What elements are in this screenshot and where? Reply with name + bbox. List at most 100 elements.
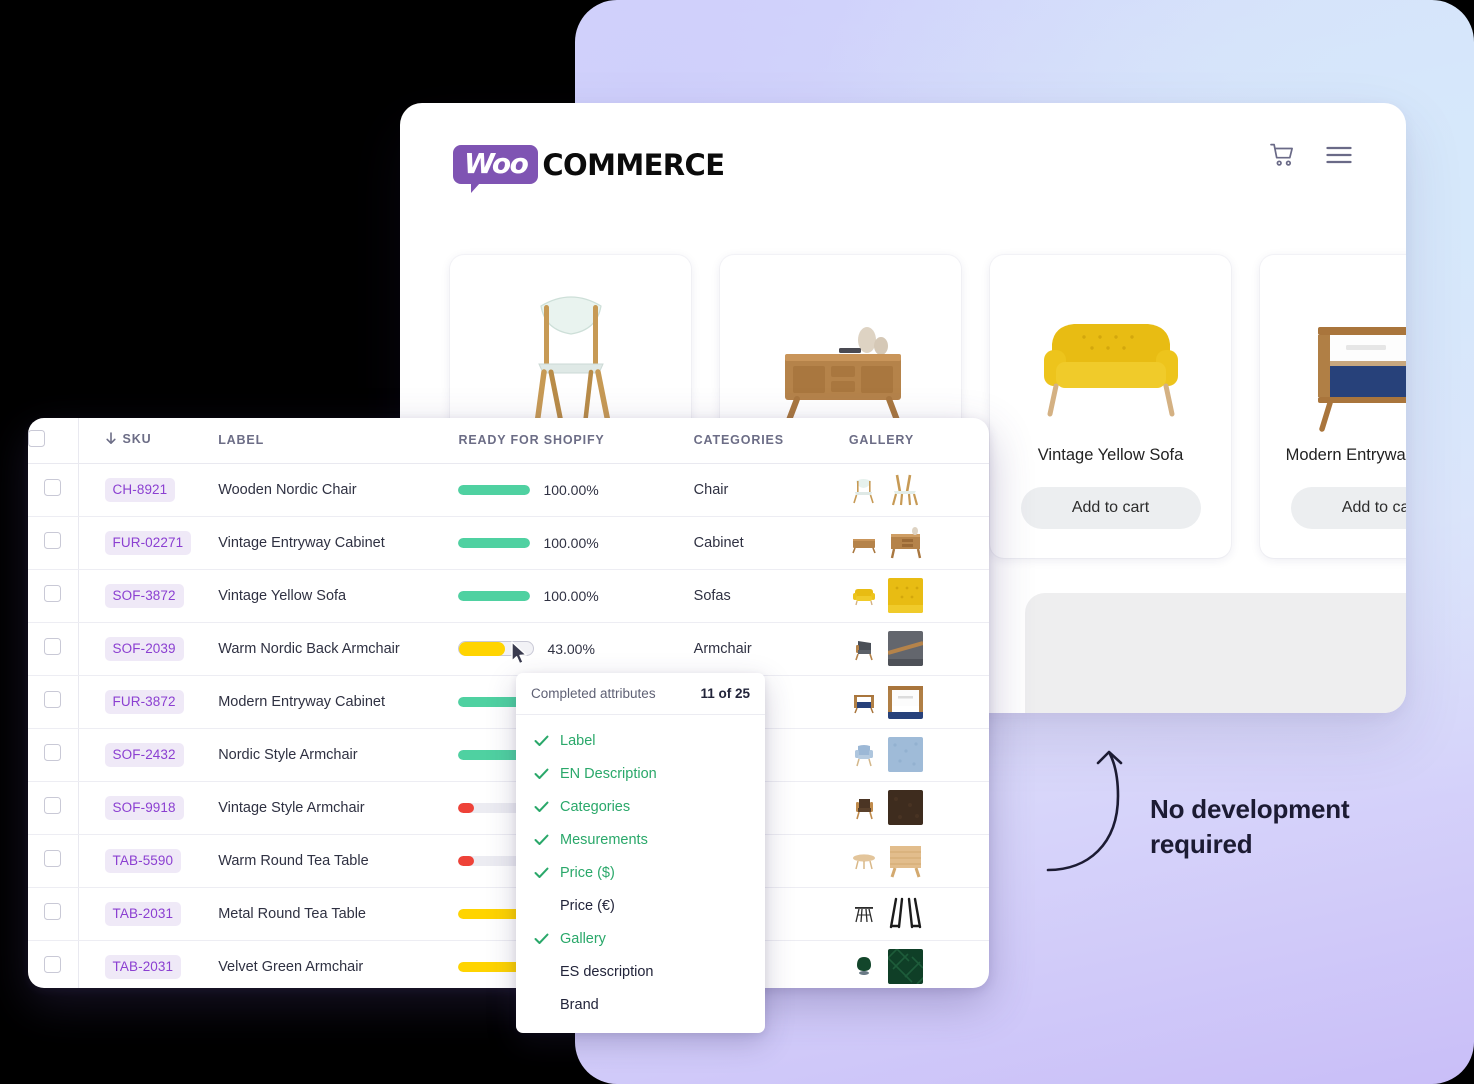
column-header-gallery[interactable]: GALLERY: [848, 418, 989, 464]
woo-logo-badge: Woo: [453, 145, 539, 193]
row-checkbox[interactable]: [44, 691, 62, 708]
attribute-item-categories[interactable]: Categories: [516, 790, 765, 823]
row-select-cell: [28, 622, 79, 676]
gallery-thumb-blue-fabric[interactable]: [887, 737, 923, 772]
row-checkbox[interactable]: [44, 638, 62, 655]
gallery-thumb-round-table[interactable]: [849, 846, 879, 876]
attribute-item-price-usd[interactable]: Price ($): [516, 856, 765, 889]
row-checkbox[interactable]: [44, 532, 62, 549]
table-row[interactable]: FUR-3872 Modern Entryway Cabinet: [28, 675, 989, 729]
gallery-thumb-brown-fabric[interactable]: [887, 790, 923, 825]
product-name: Vintage Yellow Sofa: [1037, 446, 1184, 464]
gallery-thumb-green-velvet[interactable]: [887, 949, 923, 985]
table-row[interactable]: TAB-2031 Velvet Green Armchair: [28, 940, 989, 988]
table-row[interactable]: SOF-3872 Vintage Yellow Sofa 100.00% Sof…: [28, 569, 989, 623]
product-image-nordic-chair: [476, 267, 666, 432]
product-image-entryway-cabinet: [746, 267, 936, 432]
product-image-yellow-sofa: [1016, 267, 1206, 432]
column-header-label[interactable]: LABEL: [218, 418, 459, 464]
table-row[interactable]: FUR-02271 Vintage Entryway Cabinet 100.0…: [28, 516, 989, 570]
row-select-cell: [28, 675, 79, 729]
progress-bar-hovered[interactable]: [458, 641, 535, 656]
attribute-item-brand[interactable]: Brand: [516, 988, 765, 1021]
row-checkbox[interactable]: [44, 744, 62, 761]
progress-bar[interactable]: [458, 484, 531, 495]
row-select-cell: [28, 940, 79, 988]
cell-category: Cabinet: [693, 516, 849, 570]
cell-sku: CH-8921: [78, 463, 219, 517]
screenshot-root: Woo COMMERCE Vintage Yellow Sofa Add to …: [0, 0, 1474, 1084]
gallery-thumb-metal-legs[interactable]: [887, 896, 923, 931]
popover-header: Completed attributes 11 of 25: [516, 673, 765, 715]
gallery-thumb-cabinet-detail[interactable]: [887, 525, 923, 560]
column-header-categories[interactable]: CATEGORIES: [693, 418, 849, 464]
gallery-thumb-cabinet-white[interactable]: [887, 684, 923, 719]
gallery-thumb-dark-armchair[interactable]: [849, 634, 879, 664]
product-name: Modern Entryway Cabinet: [1285, 446, 1406, 464]
gallery-thumb-grey-fabric[interactable]: [887, 631, 923, 666]
attribute-label: ES description: [560, 963, 654, 980]
cart-icon[interactable]: [1270, 143, 1296, 167]
annotation-text: No development required: [1150, 792, 1350, 861]
table-row[interactable]: TAB-5590 Warm Round Tea Table: [28, 834, 989, 888]
attribute-label: EN Description: [560, 765, 657, 782]
attribute-item-mesurements[interactable]: Mesurements: [516, 823, 765, 856]
table-row[interactable]: TAB-2031 Metal Round Tea Table: [28, 887, 989, 941]
table-row[interactable]: CH-8921 Wooden Nordic Chair 100.00% Chai…: [28, 463, 989, 517]
attribute-item-es-description[interactable]: ES description: [516, 955, 765, 988]
table-row[interactable]: SOF-9918 Vintage Style Armchair: [28, 781, 989, 835]
gallery-thumb-chair-angle[interactable]: [887, 472, 923, 507]
column-header-sku[interactable]: SKU: [78, 418, 219, 464]
row-checkbox[interactable]: [44, 585, 62, 602]
check-icon: [533, 933, 550, 945]
table-row[interactable]: SOF-2039 Warm Nordic Back Armchair 43.00…: [28, 622, 989, 676]
attribute-item-gallery[interactable]: Gallery: [516, 922, 765, 955]
cell-sku: TAB-2031: [78, 887, 219, 941]
check-icon: [533, 768, 550, 780]
row-checkbox[interactable]: [44, 479, 62, 496]
progress-bar[interactable]: [458, 590, 531, 601]
progress-bar[interactable]: [458, 537, 531, 548]
select-all-checkbox[interactable]: [28, 430, 45, 448]
gallery-thumb-metal-table[interactable]: [849, 899, 879, 929]
sku-badge: FUR-3872: [104, 689, 184, 714]
row-checkbox[interactable]: [44, 850, 62, 867]
table-row[interactable]: SOF-2432 Nordic Style Armchair: [28, 728, 989, 782]
gallery-thumb-wood-texture[interactable]: [887, 843, 923, 878]
row-checkbox[interactable]: [44, 956, 62, 974]
cell-gallery: [848, 728, 989, 782]
row-checkbox[interactable]: [44, 903, 62, 920]
product-card[interactable]: Vintage Yellow Sofa Add to cart: [990, 255, 1231, 558]
gallery-thumb-yellow-fabric[interactable]: [887, 578, 923, 613]
column-header-ready-for-shopify[interactable]: READY FOR SHOPIFY: [458, 418, 694, 464]
cell-ready: 43.00%: [458, 622, 694, 676]
hamburger-menu-icon[interactable]: [1326, 146, 1352, 164]
sku-badge: SOF-3872: [104, 583, 184, 608]
gallery-thumb-green-chair[interactable]: [849, 952, 879, 982]
cell-label: Modern Entryway Cabinet: [218, 675, 459, 729]
cell-ready: 100.00%: [458, 569, 694, 623]
row-select-cell: [28, 781, 79, 835]
gallery-thumb-chair-side[interactable]: [849, 475, 879, 505]
row-select-cell: [28, 463, 79, 517]
gallery-thumb-yellow-sofa[interactable]: [849, 581, 879, 611]
attribute-item-price-eur[interactable]: Price (€): [516, 889, 765, 922]
gallery-thumb-cabinet-small[interactable]: [849, 528, 879, 558]
add-to-cart-button[interactable]: Add to cart: [1290, 487, 1406, 529]
sort-descending-icon: [105, 432, 117, 448]
gallery-thumb-brown-armchair[interactable]: [849, 793, 879, 823]
gallery-thumb-blue-cabinet[interactable]: [849, 687, 879, 717]
gallery-thumb-blue-armchair[interactable]: [849, 740, 879, 770]
add-to-cart-button[interactable]: Add to cart: [1020, 487, 1201, 529]
attribute-item-label[interactable]: Label: [516, 724, 765, 757]
cell-sku: FUR-3872: [78, 675, 219, 729]
annotation-line-2: required: [1150, 828, 1253, 859]
row-checkbox[interactable]: [44, 797, 62, 814]
sku-badge: SOF-2039: [104, 636, 184, 661]
pim-product-table: SKU LABEL READY FOR SHOPIFY CATEGORIES G…: [28, 418, 989, 988]
sku-badge: SOF-9918: [104, 795, 184, 820]
woocommerce-logo: Woo COMMERCE: [453, 145, 725, 193]
product-card[interactable]: Modern Entryway Cabinet Add to cart: [1260, 255, 1406, 558]
storefront-header-actions: [1270, 143, 1352, 167]
attribute-item-en-description[interactable]: EN Description: [516, 757, 765, 790]
